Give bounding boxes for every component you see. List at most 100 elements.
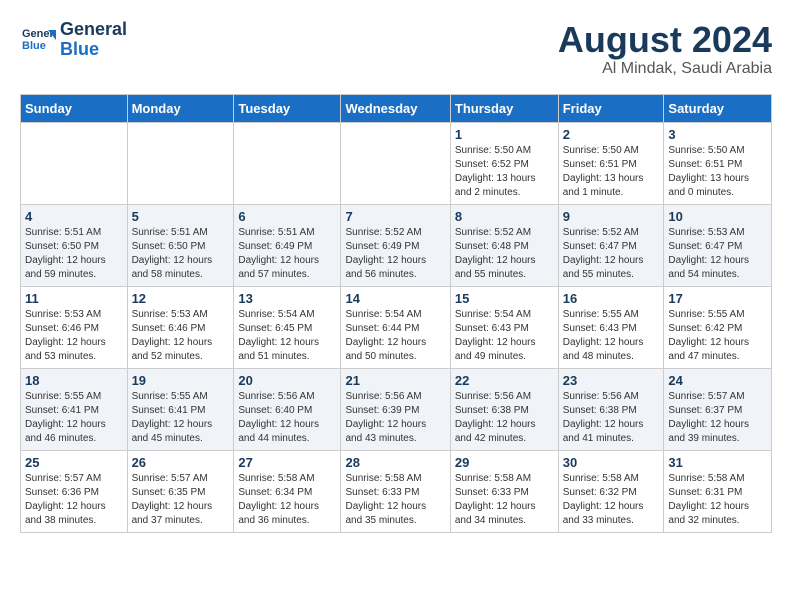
- weekday-header-friday: Friday: [558, 94, 664, 122]
- page-header: General Blue General Blue August 2024 Al…: [20, 20, 772, 78]
- calendar-cell: 23 Sunrise: 5:56 AM Sunset: 6:38 PM Dayli…: [558, 368, 664, 450]
- calendar-cell: 26Sunrise: 5:57 AM Sunset: 6:35 PM Dayli…: [127, 450, 234, 532]
- day-number: 4: [25, 209, 123, 224]
- svg-text:General: General: [22, 28, 56, 40]
- day-info: Sunrise: 5:51 AM Sunset: 6:49 PM Dayligh…: [238, 226, 336, 282]
- day-number: 18: [25, 373, 123, 388]
- logo-line1: General: [60, 19, 127, 39]
- weekday-header-row: SundayMondayTuesdayWednesdayThursdayFrid…: [21, 94, 772, 122]
- calendar-cell: 11Sunrise: 5:53 AM Sunset: 6:46 PM Dayli…: [21, 286, 128, 368]
- day-number: 26: [132, 455, 230, 470]
- calendar-cell: 6 Sunrise: 5:51 AM Sunset: 6:49 PM Daylig…: [234, 204, 341, 286]
- day-number: 3: [668, 127, 767, 142]
- calendar-cell: 21Sunrise: 5:56 AM Sunset: 6:39 PM Dayli…: [341, 368, 450, 450]
- logo-line2: Blue: [60, 39, 99, 59]
- weekday-header-saturday: Saturday: [664, 94, 772, 122]
- day-info: Sunrise: 5:57 AM Sunset: 6:37 PM Dayligh…: [668, 390, 767, 446]
- day-info: Sunrise: 5:55 AM Sunset: 6:43 PM Dayligh…: [563, 308, 660, 364]
- week-row-1: 1Sunrise: 5:50 AM Sunset: 6:52 PM Daylig…: [21, 122, 772, 204]
- day-number: 7: [345, 209, 445, 224]
- day-number: 20: [238, 373, 336, 388]
- day-info: Sunrise: 5:57 AM Sunset: 6:36 PM Dayligh…: [25, 472, 123, 528]
- day-info: Sunrise: 5:50 AM Sunset: 6:51 PM Dayligh…: [668, 144, 767, 200]
- calendar-cell: 14 Sunrise: 5:54 AM Sunset: 6:44 PM Dayli…: [341, 286, 450, 368]
- weekday-header-sunday: Sunday: [21, 94, 128, 122]
- day-number: 30: [563, 455, 660, 470]
- calendar-cell: 24 Sunrise: 5:57 AM Sunset: 6:37 PM Dayli…: [664, 368, 772, 450]
- calendar-cell: 18 Sunrise: 5:55 AM Sunset: 6:41 PM Dayli…: [21, 368, 128, 450]
- calendar-cell: 15Sunrise: 5:54 AM Sunset: 6:43 PM Dayli…: [450, 286, 558, 368]
- day-number: 16: [563, 291, 660, 306]
- calendar-cell: 5Sunrise: 5:51 AM Sunset: 6:50 PM Daylig…: [127, 204, 234, 286]
- svg-text:Blue: Blue: [22, 40, 46, 52]
- title-area: August 2024 Al Mindak, Saudi Arabia: [558, 20, 772, 78]
- day-info: Sunrise: 5:54 AM Sunset: 6:43 PM Dayligh…: [455, 308, 554, 364]
- day-number: 13: [238, 291, 336, 306]
- weekday-header-tuesday: Tuesday: [234, 94, 341, 122]
- day-number: 12: [132, 291, 230, 306]
- month-title: August 2024: [558, 20, 772, 60]
- day-number: 2: [563, 127, 660, 142]
- week-row-2: 4 Sunrise: 5:51 AM Sunset: 6:50 PM Daylig…: [21, 204, 772, 286]
- calendar-cell: 2Sunrise: 5:50 AM Sunset: 6:51 PM Daylig…: [558, 122, 664, 204]
- day-info: Sunrise: 5:53 AM Sunset: 6:47 PM Dayligh…: [668, 226, 767, 282]
- calendar-cell: 25 Sunrise: 5:57 AM Sunset: 6:36 PM Dayli…: [21, 450, 128, 532]
- calendar-cell: 3 Sunrise: 5:50 AM Sunset: 6:51 PM Daylig…: [664, 122, 772, 204]
- day-info: Sunrise: 5:58 AM Sunset: 6:33 PM Dayligh…: [345, 472, 445, 528]
- day-number: 19: [132, 373, 230, 388]
- calendar-cell: 29Sunrise: 5:58 AM Sunset: 6:33 PM Dayli…: [450, 450, 558, 532]
- calendar-table: SundayMondayTuesdayWednesdayThursdayFrid…: [20, 94, 772, 533]
- logo: General Blue General Blue: [20, 20, 127, 60]
- day-number: 21: [345, 373, 445, 388]
- calendar-cell: 30 Sunrise: 5:58 AM Sunset: 6:32 PM Dayli…: [558, 450, 664, 532]
- weekday-header-thursday: Thursday: [450, 94, 558, 122]
- day-number: 11: [25, 291, 123, 306]
- location: Al Mindak, Saudi Arabia: [558, 60, 772, 78]
- week-row-4: 18 Sunrise: 5:55 AM Sunset: 6:41 PM Dayli…: [21, 368, 772, 450]
- calendar-cell: 17 Sunrise: 5:55 AM Sunset: 6:42 PM Dayli…: [664, 286, 772, 368]
- calendar-cell: 22Sunrise: 5:56 AM Sunset: 6:38 PM Dayli…: [450, 368, 558, 450]
- day-info: Sunrise: 5:55 AM Sunset: 6:42 PM Dayligh…: [668, 308, 767, 364]
- day-info: Sunrise: 5:50 AM Sunset: 6:52 PM Dayligh…: [455, 144, 554, 200]
- logo-icon: General Blue: [20, 22, 56, 58]
- day-number: 25: [25, 455, 123, 470]
- calendar-cell: [21, 122, 128, 204]
- calendar-cell: 20Sunrise: 5:56 AM Sunset: 6:40 PM Dayli…: [234, 368, 341, 450]
- day-number: 5: [132, 209, 230, 224]
- day-number: 22: [455, 373, 554, 388]
- day-number: 17: [668, 291, 767, 306]
- day-info: Sunrise: 5:58 AM Sunset: 6:32 PM Dayligh…: [563, 472, 660, 528]
- calendar-cell: [341, 122, 450, 204]
- day-number: 9: [563, 209, 660, 224]
- day-number: 6: [238, 209, 336, 224]
- day-number: 24: [668, 373, 767, 388]
- calendar-cell: 10 Sunrise: 5:53 AM Sunset: 6:47 PM Dayli…: [664, 204, 772, 286]
- day-number: 14: [345, 291, 445, 306]
- day-info: Sunrise: 5:58 AM Sunset: 6:31 PM Dayligh…: [668, 472, 767, 528]
- calendar-cell: 16 Sunrise: 5:55 AM Sunset: 6:43 PM Dayli…: [558, 286, 664, 368]
- calendar-cell: 1Sunrise: 5:50 AM Sunset: 6:52 PM Daylig…: [450, 122, 558, 204]
- day-info: Sunrise: 5:54 AM Sunset: 6:44 PM Dayligh…: [345, 308, 445, 364]
- day-info: Sunrise: 5:54 AM Sunset: 6:45 PM Dayligh…: [238, 308, 336, 364]
- logo-text: General Blue: [60, 20, 127, 60]
- day-info: Sunrise: 5:55 AM Sunset: 6:41 PM Dayligh…: [132, 390, 230, 446]
- day-number: 27: [238, 455, 336, 470]
- calendar-cell: 7 Sunrise: 5:52 AM Sunset: 6:49 PM Daylig…: [341, 204, 450, 286]
- day-info: Sunrise: 5:51 AM Sunset: 6:50 PM Dayligh…: [25, 226, 123, 282]
- calendar-cell: [234, 122, 341, 204]
- day-number: 8: [455, 209, 554, 224]
- calendar-cell: 27Sunrise: 5:58 AM Sunset: 6:34 PM Dayli…: [234, 450, 341, 532]
- day-info: Sunrise: 5:52 AM Sunset: 6:49 PM Dayligh…: [345, 226, 445, 282]
- week-row-5: 25 Sunrise: 5:57 AM Sunset: 6:36 PM Dayli…: [21, 450, 772, 532]
- calendar-cell: 19 Sunrise: 5:55 AM Sunset: 6:41 PM Dayli…: [127, 368, 234, 450]
- calendar-cell: 9Sunrise: 5:52 AM Sunset: 6:47 PM Daylig…: [558, 204, 664, 286]
- day-info: Sunrise: 5:56 AM Sunset: 6:38 PM Dayligh…: [563, 390, 660, 446]
- day-info: Sunrise: 5:55 AM Sunset: 6:41 PM Dayligh…: [25, 390, 123, 446]
- day-number: 23: [563, 373, 660, 388]
- day-number: 10: [668, 209, 767, 224]
- calendar-cell: 31Sunrise: 5:58 AM Sunset: 6:31 PM Dayli…: [664, 450, 772, 532]
- weekday-header-wednesday: Wednesday: [341, 94, 450, 122]
- weekday-header-monday: Monday: [127, 94, 234, 122]
- calendar-cell: 8Sunrise: 5:52 AM Sunset: 6:48 PM Daylig…: [450, 204, 558, 286]
- calendar-cell: 13 Sunrise: 5:54 AM Sunset: 6:45 PM Dayli…: [234, 286, 341, 368]
